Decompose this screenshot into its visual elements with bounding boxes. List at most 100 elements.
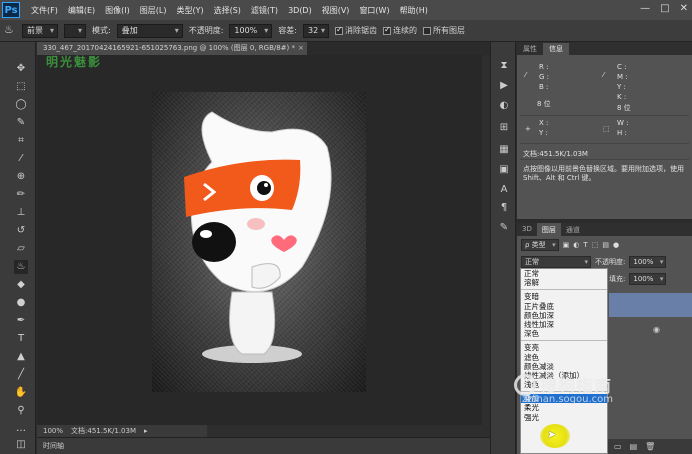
brush-preset-icon[interactable]: ✎: [498, 222, 510, 234]
fill-source-select[interactable]: 前景: [22, 23, 58, 38]
delete-layer-icon[interactable]: 🗑: [645, 442, 655, 451]
blend-multiply[interactable]: 正片叠底: [521, 302, 607, 311]
line-tool-icon[interactable]: ╱: [14, 368, 28, 382]
menu-window[interactable]: 窗口(W): [354, 5, 394, 16]
smart-filter-icon[interactable]: ▤: [602, 241, 609, 249]
menu-edit[interactable]: 编辑(E): [63, 5, 100, 16]
blend-darker-color[interactable]: 深色: [521, 329, 607, 338]
blend-darken[interactable]: 变暗: [521, 292, 607, 301]
blend-screen[interactable]: 滤色: [521, 353, 607, 362]
minimize-button[interactable]: —: [640, 3, 650, 14]
tolerance-value: 32: [307, 26, 319, 35]
info-r: R :: [539, 63, 549, 71]
all-layers-checkbox[interactable]: 所有图层: [422, 25, 465, 36]
swatches-icon[interactable]: ▦: [498, 144, 510, 156]
layer-kind-filter[interactable]: ρ 类型: [521, 239, 559, 251]
maximize-button[interactable]: □: [660, 3, 669, 14]
marquee-tool-icon[interactable]: ⬚: [14, 80, 28, 94]
checkbox-box: [422, 26, 431, 35]
contiguous-checkbox[interactable]: 连续的: [382, 25, 417, 36]
lasso-tool-icon[interactable]: ◯: [14, 98, 28, 112]
close-button[interactable]: ✕: [680, 3, 688, 14]
opacity-input[interactable]: 100%: [229, 23, 273, 38]
adjust-filter-icon[interactable]: ◐: [573, 241, 579, 249]
status-arrow-icon[interactable]: ▸: [144, 427, 148, 435]
path-select-tool-icon[interactable]: ▲: [14, 350, 28, 364]
menu-select[interactable]: 选择(S): [209, 5, 246, 16]
menu-help[interactable]: 帮助(H): [395, 5, 433, 16]
size-icon: ⬚: [603, 125, 610, 133]
styles-icon[interactable]: ▣: [498, 164, 510, 176]
extra-tool-icon[interactable]: …: [14, 422, 28, 436]
shape-filter-icon[interactable]: ⬚: [592, 241, 599, 249]
move-tool-icon[interactable]: ✥: [14, 62, 28, 76]
history-icon[interactable]: ⧗: [498, 60, 510, 72]
menu-image[interactable]: 图像(I): [100, 5, 135, 16]
pixel-filter-icon[interactable]: ▣: [563, 241, 570, 249]
new-group-icon[interactable]: ▭: [614, 442, 622, 451]
zoom-tool-icon[interactable]: ⚲: [14, 404, 28, 418]
quick-mask-icon[interactable]: ◫: [14, 438, 28, 452]
layer-filter-row: ρ 类型 ▣ ◐ T ⬚ ▤ ●: [521, 239, 619, 251]
zoom-level[interactable]: 100%: [43, 427, 63, 435]
pen-tool-icon[interactable]: ✒: [14, 314, 28, 328]
blend-color-dodge[interactable]: 颜色减淡: [521, 362, 607, 371]
tolerance-input[interactable]: 32: [302, 23, 329, 38]
menu-3d[interactable]: 3D(D): [283, 6, 317, 15]
horizontal-scrollbar[interactable]: [207, 425, 490, 437]
healing-brush-tool-icon[interactable]: ⊕: [14, 170, 28, 184]
layer-blend-select[interactable]: 正常: [521, 256, 591, 268]
blend-normal[interactable]: 正常: [521, 269, 607, 278]
document-size: 文档:451.5K/1.03M: [71, 427, 136, 435]
tab-info[interactable]: 信息: [543, 43, 569, 55]
quick-select-tool-icon[interactable]: ✎: [14, 116, 28, 130]
timeline-tab[interactable]: 时间轴: [37, 437, 490, 454]
menu-filter[interactable]: 滤镜(T): [246, 5, 283, 16]
blend-color-burn[interactable]: 颜色加深: [521, 311, 607, 320]
eyedropper-tool-icon[interactable]: ⁄: [14, 152, 28, 166]
adjust-icon[interactable]: ⊞: [498, 122, 510, 134]
menu-layer[interactable]: 图层(L): [135, 5, 172, 16]
eyedropper-icon-2: ⁄: [603, 71, 605, 79]
hand-tool-icon[interactable]: ✋: [14, 386, 28, 400]
crop-tool-icon[interactable]: ⌗: [14, 134, 28, 148]
new-layer-icon[interactable]: ▤: [630, 442, 638, 451]
dodge-tool-icon[interactable]: ●: [14, 296, 28, 310]
color-icon[interactable]: ◐: [498, 100, 510, 112]
paint-bucket-tool-icon[interactable]: ♨: [14, 260, 28, 274]
tab-properties[interactable]: 属性: [517, 43, 543, 55]
tab-channels[interactable]: 通道: [561, 223, 585, 236]
eraser-tool-icon[interactable]: ▱: [14, 242, 28, 256]
image-canvas[interactable]: [152, 92, 366, 392]
character-icon[interactable]: A: [498, 184, 510, 196]
history-brush-tool-icon[interactable]: ↺: [14, 224, 28, 238]
layer-row-selected[interactable]: [609, 293, 692, 317]
blend-hard-light[interactable]: 强光: [521, 413, 607, 422]
type-tool-icon[interactable]: T: [14, 332, 28, 346]
antialias-checkbox[interactable]: 消除锯齿: [334, 25, 377, 36]
layer-fill-label: 填充:: [609, 275, 626, 283]
menu-type[interactable]: 类型(Y): [171, 5, 208, 16]
clone-stamp-tool-icon[interactable]: ⊥: [14, 206, 28, 220]
type-filter-icon[interactable]: T: [583, 241, 587, 249]
tab-layers[interactable]: 图层: [536, 223, 561, 236]
menu-view[interactable]: 视图(V): [317, 5, 355, 16]
mode-select[interactable]: 叠加: [116, 23, 183, 38]
layer-opacity-input[interactable]: 100%: [629, 256, 667, 268]
layer-fill-input[interactable]: 100%: [629, 273, 667, 285]
paragraph-icon[interactable]: ¶: [498, 202, 510, 214]
tab-3d[interactable]: 3D: [517, 223, 537, 236]
vertical-scrollbar[interactable]: [482, 55, 490, 425]
blend-linear-burn[interactable]: 线性加深: [521, 320, 607, 329]
brush-tool-icon[interactable]: ✏: [14, 188, 28, 202]
blend-dissolve[interactable]: 溶解: [521, 278, 607, 287]
pattern-picker[interactable]: [64, 23, 86, 38]
menu-file[interactable]: 文件(F): [26, 5, 63, 16]
actions-play-icon[interactable]: ▶: [498, 80, 510, 92]
check-icon: [382, 25, 391, 35]
filter-toggle-icon[interactable]: ●: [613, 241, 619, 249]
blend-lighten[interactable]: 变亮: [521, 343, 607, 352]
paint-bucket-icon[interactable]: ♨: [4, 23, 14, 36]
blur-tool-icon[interactable]: ◆: [14, 278, 28, 292]
close-tab-icon[interactable]: ×: [298, 44, 304, 52]
